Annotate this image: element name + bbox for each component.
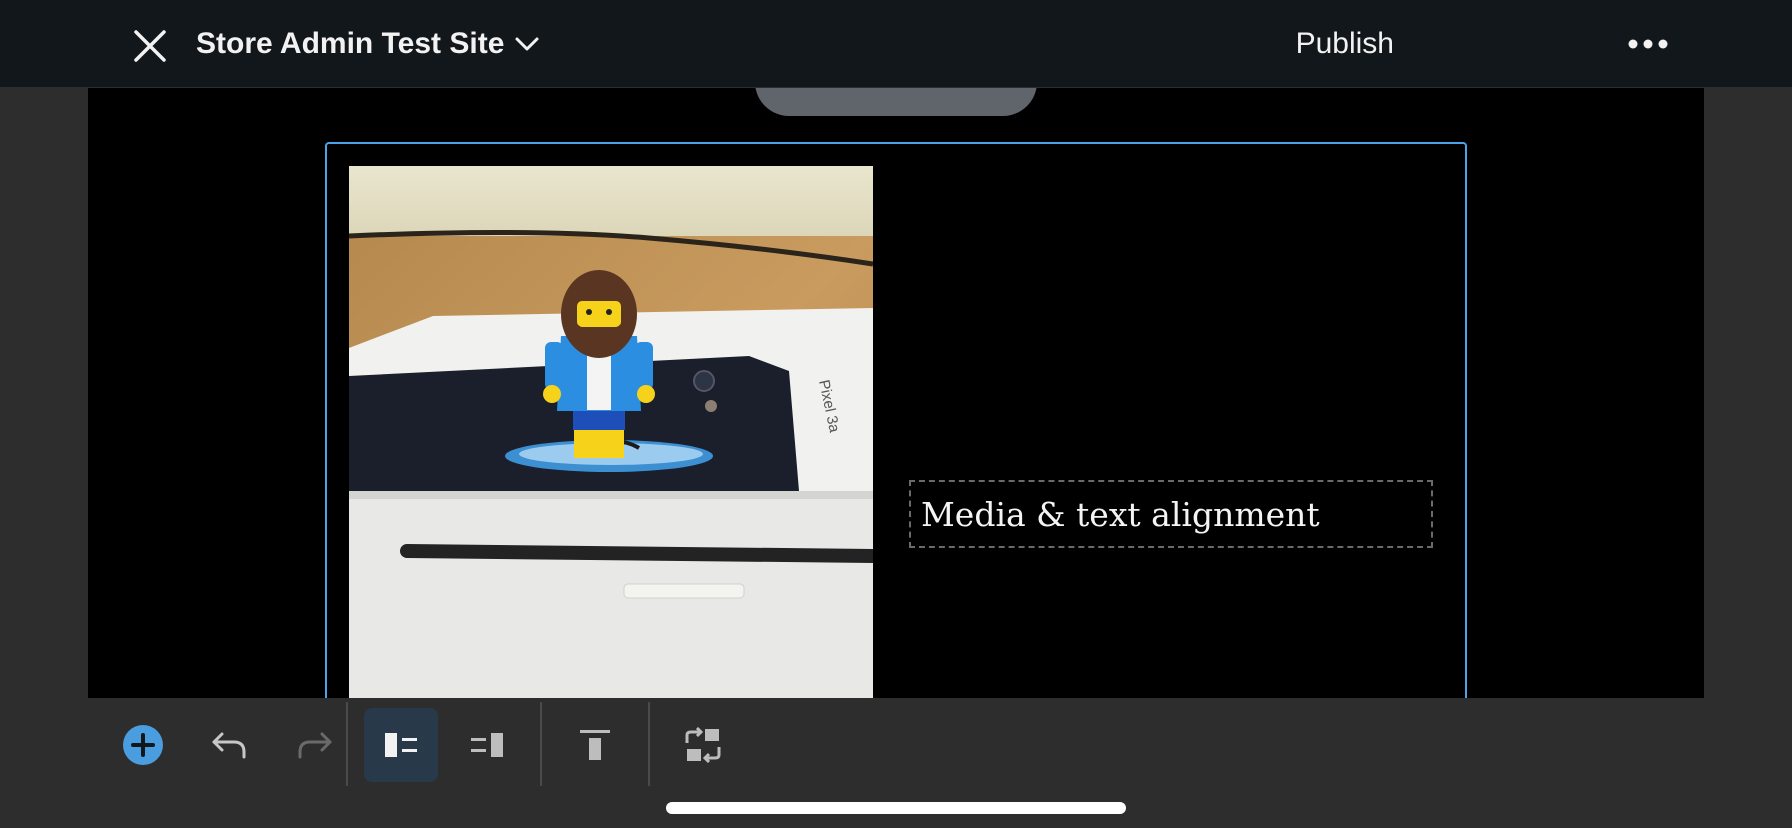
media-right-icon [471, 733, 503, 757]
align-top-icon [580, 730, 610, 760]
redo-icon [298, 732, 332, 759]
media-left-icon [385, 733, 417, 757]
home-indicator[interactable] [666, 802, 1126, 814]
media-text-block[interactable]: Pixel 3a Media & text alignment [325, 142, 1467, 698]
publish-button[interactable]: Publish [1296, 22, 1394, 66]
block-toolbar [88, 698, 1704, 788]
heading-text: Media & text alignment [921, 494, 1320, 534]
site-title: Store Admin Test Site [196, 27, 505, 60]
editor-header: Store Admin Test Site Publish [0, 0, 1792, 88]
editor-canvas: Pixel 3a Media & text alignment [88, 88, 1704, 698]
media-right-button[interactable] [450, 708, 524, 782]
media-left-button[interactable] [364, 708, 438, 782]
block-drag-handle[interactable] [755, 88, 1037, 116]
more-options-button[interactable] [1622, 26, 1674, 62]
close-icon [134, 30, 166, 62]
publish-label: Publish [1295, 27, 1394, 60]
add-block-icon [123, 725, 163, 765]
undo-button[interactable] [192, 708, 266, 782]
toolbar-divider [540, 702, 542, 786]
add-block-button[interactable] [106, 708, 180, 782]
media-text-heading[interactable]: Media & text alignment [909, 480, 1433, 548]
transform-block-button[interactable] [666, 708, 740, 782]
undo-icon [212, 732, 246, 759]
close-button[interactable] [128, 24, 172, 68]
toolbar-divider [346, 702, 348, 786]
media-image[interactable]: Pixel 3a [349, 166, 873, 698]
vertical-align-top-button[interactable] [558, 708, 632, 782]
lego-surfer-photo: Pixel 3a [349, 166, 873, 698]
site-title-dropdown[interactable]: Store Admin Test Site [196, 22, 540, 66]
toolbar-divider [648, 702, 650, 786]
more-horizontal-icon [1628, 39, 1668, 49]
transform-block-icon [685, 727, 721, 763]
redo-button[interactable] [278, 708, 352, 782]
chevron-down-icon [515, 37, 539, 51]
